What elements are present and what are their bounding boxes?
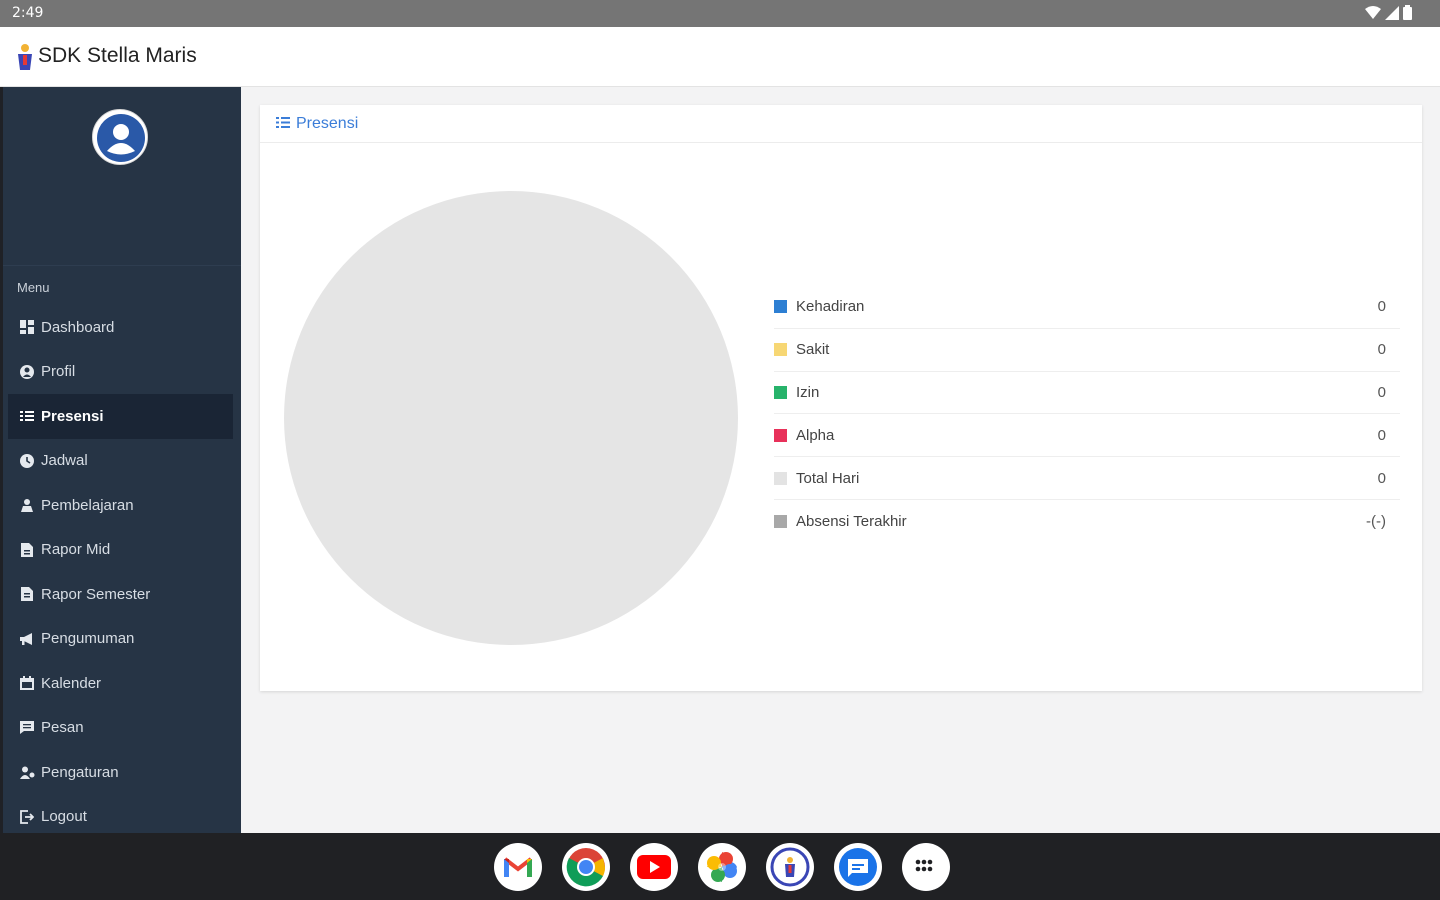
legend-swatch <box>774 343 787 357</box>
legend-row-total-hari: Total Hari 0 <box>774 457 1400 500</box>
legend-row-izin: Izin 0 <box>774 372 1400 415</box>
legend-row-absensi-terakhir: Absensi Terakhir -(-) <box>774 500 1400 543</box>
legend-value: 0 <box>1377 469 1386 487</box>
legend-label: Total Hari <box>796 469 860 487</box>
sidebar-item-pengumuman[interactable]: Pengumuman <box>3 617 241 662</box>
presensi-card: Presensi Kehadiran 0 Sakit 0 Izin 0 Alph… <box>260 105 1422 691</box>
card-header: Presensi <box>260 105 1422 143</box>
app-header: SDK Stella Maris <box>0 27 1440 87</box>
sidebar-item-label: Jadwal <box>41 452 88 470</box>
file-icon <box>19 542 35 558</box>
sidebar-item-label: Dashboard <box>41 318 115 336</box>
legend-label: Izin <box>796 383 820 401</box>
legend-value: 0 <box>1377 341 1386 359</box>
legend-row-kehadiran: Kehadiran 0 <box>774 286 1400 329</box>
legend-swatch <box>774 300 787 314</box>
dashboard-icon <box>19 319 35 335</box>
chrome-icon[interactable] <box>562 843 610 891</box>
legend-swatch <box>774 471 787 485</box>
legend-label: Absensi Terakhir <box>796 512 907 530</box>
sidebar-item-rapor-semester[interactable]: Rapor Semester <box>3 572 241 617</box>
avatar[interactable] <box>92 109 148 165</box>
school-logo-icon <box>18 44 32 70</box>
sidebar: Menu Dashboard Profil Presensi Jadwal Pe… <box>3 87 241 833</box>
youtube-icon[interactable] <box>630 843 678 891</box>
legend-value: -(-) <box>1366 512 1386 530</box>
main-content: Presensi Kehadiran 0 Sakit 0 Izin 0 Alph… <box>241 87 1440 833</box>
sidebar-item-label: Pengaturan <box>41 763 119 781</box>
users-cog-icon <box>19 764 35 780</box>
battery-icon <box>1403 5 1412 20</box>
attendance-legend: Kehadiran 0 Sakit 0 Izin 0 Alpha 0 Total… <box>774 286 1400 543</box>
sidebar-item-pengaturan[interactable]: Pengaturan <box>3 750 241 795</box>
legend-label: Sakit <box>796 341 830 359</box>
photos-icon[interactable] <box>698 843 746 891</box>
sidebar-item-label: Pembelajaran <box>41 496 134 514</box>
app-title: SDK Stella Maris <box>38 44 197 67</box>
sidebar-item-label: Rapor Mid <box>41 541 111 559</box>
legend-value: 0 <box>1377 298 1386 316</box>
messages-icon[interactable] <box>834 843 882 891</box>
app-dock <box>494 843 950 891</box>
sidebar-item-label: Profil <box>41 363 76 381</box>
file-alt-icon <box>19 586 35 602</box>
android-status-bar: 2:49 <box>0 0 1440 27</box>
sidebar-item-pesan[interactable]: Pesan <box>3 706 241 751</box>
gmail-icon[interactable] <box>494 843 542 891</box>
sidebar-item-kalender[interactable]: Kalender <box>3 661 241 706</box>
logout-icon <box>19 809 35 825</box>
list-check-icon <box>276 116 290 131</box>
attendance-pie-chart <box>284 191 738 645</box>
sidebar-item-label: Kalender <box>41 674 102 692</box>
user-circle-icon <box>19 364 35 380</box>
sidebar-menu: Dashboard Profil Presensi Jadwal Pembela… <box>3 305 241 839</box>
card-title: Presensi <box>296 114 359 132</box>
clock-icon <box>19 453 35 469</box>
signal-icon <box>1385 5 1399 20</box>
legend-swatch <box>774 514 787 528</box>
android-taskbar <box>0 833 1440 900</box>
sidebar-item-dashboard[interactable]: Dashboard <box>3 305 241 350</box>
sidebar-item-rapor-mid[interactable]: Rapor Mid <box>3 528 241 573</box>
sidebar-item-jadwal[interactable]: Jadwal <box>3 439 241 484</box>
sidebar-item-label: Presensi <box>41 407 104 425</box>
menu-heading: Menu <box>17 280 50 295</box>
sidebar-item-label: Pesan <box>41 719 84 737</box>
sidebar-item-label: Pengumuman <box>41 630 135 648</box>
sidebar-item-pembelajaran[interactable]: Pembelajaran <box>3 483 241 528</box>
sidebar-item-label: Logout <box>41 808 87 826</box>
teacher-icon <box>19 497 35 513</box>
status-time: 2:49 <box>12 5 44 21</box>
sidebar-item-presensi[interactable]: Presensi <box>8 394 233 439</box>
legend-value: 0 <box>1377 383 1386 401</box>
message-icon <box>19 720 35 736</box>
bullhorn-icon <box>19 631 35 647</box>
app-launcher-icon[interactable] <box>902 843 950 891</box>
calendar-icon <box>19 675 35 691</box>
legend-value: 0 <box>1377 426 1386 444</box>
legend-swatch <box>774 385 787 399</box>
legend-label: Kehadiran <box>796 298 865 316</box>
sidebar-item-profil[interactable]: Profil <box>3 350 241 395</box>
system-icons <box>1365 5 1412 20</box>
legend-label: Alpha <box>796 426 835 444</box>
legend-swatch <box>774 428 787 442</box>
sidebar-item-label: Rapor Semester <box>41 585 151 603</box>
legend-row-alpha: Alpha 0 <box>774 414 1400 458</box>
wifi-icon <box>1365 5 1381 19</box>
user-avatar-icon <box>97 114 145 162</box>
stella-maris-app-icon[interactable] <box>766 843 814 891</box>
list-check-icon <box>19 408 35 424</box>
legend-row-sakit: Sakit 0 <box>774 329 1400 372</box>
sidebar-divider <box>3 265 241 266</box>
